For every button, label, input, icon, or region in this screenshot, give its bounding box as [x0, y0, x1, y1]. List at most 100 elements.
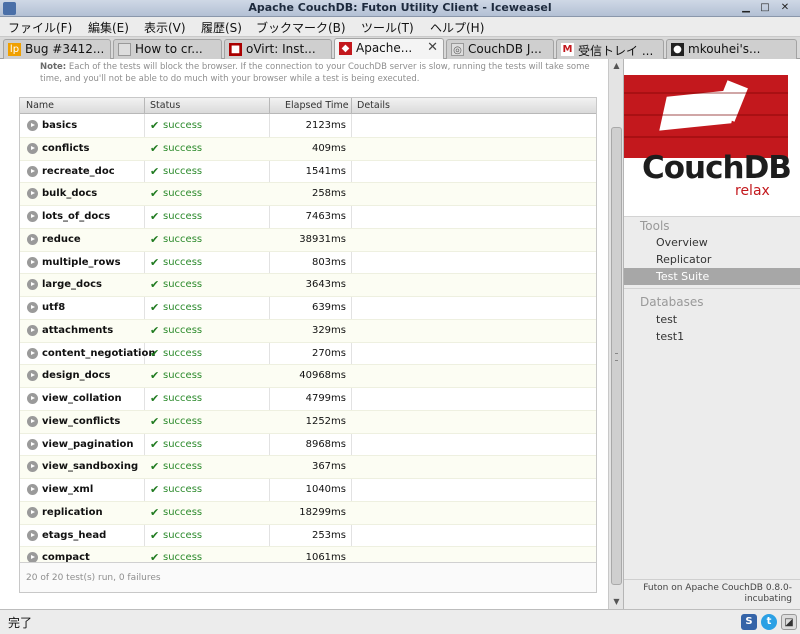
addon-icon[interactable]: ◪ [781, 614, 797, 630]
run-test-icon[interactable] [27, 233, 38, 245]
test-name: content_negotiation [42, 347, 156, 359]
menu-help[interactable]: ヘルプ(H) [430, 19, 484, 36]
couchdb-logo[interactable]: CouchDB relax [624, 59, 800, 216]
menu-bookmarks[interactable]: ブックマーク(B) [256, 19, 346, 36]
checkmark-icon: ✔ [150, 323, 160, 337]
checkmark-icon: ✔ [150, 528, 160, 542]
run-test-icon[interactable] [27, 484, 38, 495]
menu-history[interactable]: 履歴(S) [201, 19, 242, 36]
checkmark-icon: ✔ [150, 392, 160, 405]
run-test-icon[interactable] [27, 302, 38, 313]
test-name: replication [42, 506, 103, 518]
tab-ovirt[interactable]: ■ oVirt: Inst... [224, 39, 332, 59]
run-test-icon[interactable] [27, 279, 38, 291]
run-test-icon[interactable] [27, 415, 38, 427]
sidebar-item-db-test1[interactable]: test1 [624, 328, 800, 345]
checkmark-icon: ✔ [150, 346, 160, 360]
test-elapsed: 7463ms [305, 211, 346, 222]
test-name: recreate_doc [42, 165, 115, 177]
test-elapsed: 639ms [311, 302, 346, 313]
scroll-up-icon[interactable]: ▲ [611, 60, 622, 72]
run-test-icon[interactable] [27, 506, 38, 518]
test-name: lots_of_docs [42, 211, 111, 222]
test-name: design_docs [42, 370, 111, 382]
test-status: success [163, 233, 203, 245]
run-test-icon[interactable] [27, 165, 38, 177]
gmail-icon: M [561, 43, 574, 56]
launchpad-icon: lp [8, 43, 21, 56]
checkmark-icon: ✔ [150, 460, 160, 474]
table-row: etags_head ✔ success 253ms [20, 525, 596, 548]
table-row: utf8 ✔ success 639ms [20, 297, 596, 320]
test-status: success [163, 393, 203, 404]
databases-heading: Databases [640, 295, 704, 309]
run-test-icon[interactable] [27, 211, 38, 222]
test-name: multiple_rows [42, 256, 121, 268]
run-test-icon[interactable] [27, 461, 38, 473]
ovirt-icon: ■ [229, 43, 242, 56]
sidebar-item-test-suite[interactable]: Test Suite [624, 268, 800, 285]
tab-inbox[interactable]: M 受信トレイ ... [556, 39, 664, 59]
run-test-icon[interactable] [27, 438, 38, 450]
couchdb-icon: ◆ [339, 42, 352, 55]
run-test-icon[interactable] [27, 142, 38, 154]
menu-tools[interactable]: ツール(T) [361, 19, 414, 36]
col-details[interactable]: Details [357, 100, 390, 111]
checkmark-icon: ✔ [150, 301, 160, 314]
run-test-icon[interactable] [27, 120, 38, 131]
col-elapsed[interactable]: Elapsed Time [285, 100, 349, 111]
checkmark-icon: ✔ [150, 505, 160, 519]
sidebar-item-replicator[interactable]: Replicator [624, 251, 800, 268]
tab-bug[interactable]: lp Bug #3412... [3, 39, 111, 59]
checkmark-icon: ✔ [150, 437, 160, 451]
test-status: success [163, 347, 203, 359]
test-name: etags_head [42, 529, 107, 541]
sidebar-item-overview[interactable]: Overview [624, 234, 800, 251]
skype-icon[interactable]: S [741, 614, 757, 630]
tab-how-to[interactable]: How to cr... [113, 39, 222, 59]
vertical-scrollbar[interactable]: ▲ ▼ [608, 59, 623, 609]
run-test-icon[interactable] [27, 188, 38, 200]
checkmark-icon: ✔ [150, 369, 160, 383]
run-test-icon[interactable] [27, 393, 38, 404]
run-test-icon[interactable] [27, 529, 38, 541]
test-name: attachments [42, 324, 114, 336]
checkmark-icon: ✔ [150, 119, 160, 132]
test-elapsed: 270ms [311, 347, 346, 359]
menubar: ファイル(F) 編集(E) 表示(V) 履歴(S) ブックマーク(B) ツール(… [0, 17, 800, 37]
test-name: view_xml [42, 484, 94, 495]
menu-view[interactable]: 表示(V) [144, 19, 186, 36]
test-status: success [163, 302, 203, 313]
col-name[interactable]: Name [26, 100, 54, 111]
tab-mkouhei[interactable]: ● mkouhei's... [666, 39, 797, 59]
test-elapsed: 4799ms [305, 393, 346, 404]
test-name: basics [42, 120, 78, 131]
table-row: view_collation ✔ success 4799ms [20, 388, 596, 411]
tab-couchdb-j[interactable]: ◎ CouchDB J... [446, 39, 554, 59]
menu-edit[interactable]: 編集(E) [88, 19, 129, 36]
tab-apache-couchdb[interactable]: ◆ Apache... ✕ [334, 38, 444, 60]
close-window-icon[interactable]: ✕ [778, 2, 792, 15]
twitter-icon[interactable]: t [761, 614, 777, 630]
logo-tagline: relax [735, 183, 770, 199]
close-tab-icon[interactable]: ✕ [427, 40, 438, 55]
menu-file[interactable]: ファイル(F) [8, 19, 72, 36]
run-test-icon[interactable] [27, 347, 38, 359]
checkmark-icon: ✔ [150, 255, 160, 269]
test-status: success [163, 120, 203, 131]
minimize-icon[interactable]: ▁ [739, 2, 753, 15]
maximize-icon[interactable]: □ [758, 2, 772, 15]
sidebar-item-db-test[interactable]: test [624, 311, 800, 328]
run-test-icon[interactable] [27, 256, 38, 268]
table-row: view_pagination ✔ success 8968ms [20, 434, 596, 457]
test-elapsed: 1040ms [305, 484, 346, 495]
tests-table: Name Status Elapsed Time Details basics ✔… [19, 97, 597, 593]
test-status: success [163, 165, 203, 177]
scrollbar-thumb[interactable] [611, 127, 622, 585]
scroll-down-icon[interactable]: ▼ [611, 596, 622, 608]
col-status[interactable]: Status [150, 100, 180, 111]
run-test-icon[interactable] [27, 324, 38, 336]
run-test-icon[interactable] [27, 370, 38, 382]
table-row: conflicts ✔ success 409ms [20, 137, 596, 161]
checkmark-icon: ✔ [150, 164, 160, 178]
